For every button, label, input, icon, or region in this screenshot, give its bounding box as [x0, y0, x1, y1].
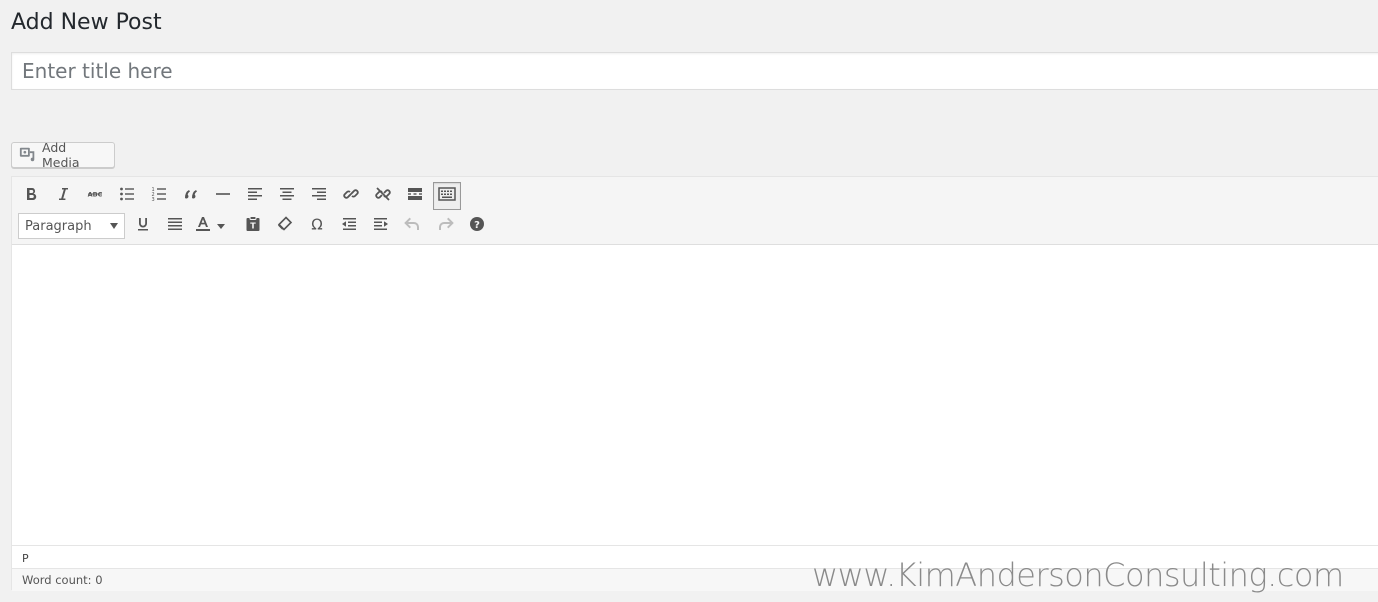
remove-link-button[interactable] [369, 182, 397, 210]
underline-button[interactable] [129, 212, 157, 240]
chevron-down-icon [110, 223, 118, 229]
underline-icon [133, 214, 153, 238]
justify-button[interactable] [161, 212, 189, 240]
undo-button[interactable] [399, 212, 427, 240]
blockquote-icon [181, 184, 201, 208]
strikethrough-button[interactable]: ABC [81, 182, 109, 210]
svg-text:?: ? [474, 220, 480, 231]
align-right-button[interactable] [305, 182, 333, 210]
post-editor: ABC 123 Paragraph T [11, 176, 1378, 591]
svg-text:3: 3 [152, 197, 155, 203]
toolbar-toggle-icon [437, 184, 457, 208]
remove-link-icon [373, 184, 393, 208]
text-color-dropdown-icon[interactable] [217, 223, 225, 229]
read-more-icon [405, 184, 425, 208]
italic-button[interactable] [49, 182, 77, 210]
toolbar-toggle-button[interactable] [433, 182, 461, 210]
horizontal-line-button[interactable] [209, 182, 237, 210]
strikethrough-icon: ABC [85, 184, 105, 208]
special-character-button[interactable]: Ω [303, 212, 331, 240]
add-media-icon [19, 145, 37, 166]
increase-indent-button[interactable] [367, 212, 395, 240]
clear-formatting-button[interactable] [271, 212, 299, 240]
word-count-text: Word count: 0 [22, 573, 103, 587]
align-left-button[interactable] [241, 182, 269, 210]
editor-content-area[interactable] [12, 245, 1378, 544]
redo-button[interactable] [431, 212, 459, 240]
post-title-field[interactable] [11, 52, 1378, 90]
numbered-list-button[interactable]: 123 [145, 182, 173, 210]
read-more-button[interactable] [401, 182, 429, 210]
special-character-icon: Ω [307, 214, 327, 238]
align-center-icon [277, 184, 297, 208]
horizontal-line-icon [213, 184, 233, 208]
paste-as-text-button[interactable]: T [239, 212, 267, 240]
paste-as-text-icon: T [243, 214, 263, 238]
element-path[interactable]: P [22, 552, 29, 565]
decrease-indent-button[interactable] [335, 212, 363, 240]
increase-indent-icon [371, 214, 391, 238]
watermark-text: www.KimAndersonConsulting.com [812, 556, 1344, 594]
numbered-list-icon: 123 [149, 184, 169, 208]
italic-icon [53, 184, 73, 208]
bold-icon [21, 184, 41, 208]
svg-text:Ω: Ω [311, 216, 322, 234]
justify-icon [165, 214, 185, 238]
add-media-button[interactable]: Add Media [11, 140, 115, 170]
help-icon: ? [467, 214, 487, 238]
text-color-button[interactable] [193, 212, 235, 240]
bulleted-list-button[interactable] [113, 182, 141, 210]
text-color-icon [193, 214, 213, 238]
help-button[interactable]: ? [463, 212, 491, 240]
clear-formatting-icon [275, 214, 295, 238]
svg-text:T: T [250, 222, 256, 231]
align-left-icon [245, 184, 265, 208]
format-select-value: Paragraph [25, 218, 92, 234]
redo-icon [435, 214, 455, 238]
blockquote-button[interactable] [177, 182, 205, 210]
insert-link-button[interactable] [337, 182, 365, 210]
add-media-label: Add Media [42, 140, 80, 170]
page-title: Add New Post [11, 10, 162, 35]
align-right-icon [309, 184, 329, 208]
editor-toolbar: ABC 123 Paragraph T [12, 177, 1378, 245]
insert-link-icon [341, 184, 361, 208]
post-title-input[interactable] [12, 53, 1378, 89]
bold-button[interactable] [17, 182, 45, 210]
align-center-button[interactable] [273, 182, 301, 210]
undo-icon [403, 214, 423, 238]
bulleted-list-icon [117, 184, 137, 208]
decrease-indent-icon [339, 214, 359, 238]
format-select[interactable]: Paragraph [18, 213, 125, 239]
